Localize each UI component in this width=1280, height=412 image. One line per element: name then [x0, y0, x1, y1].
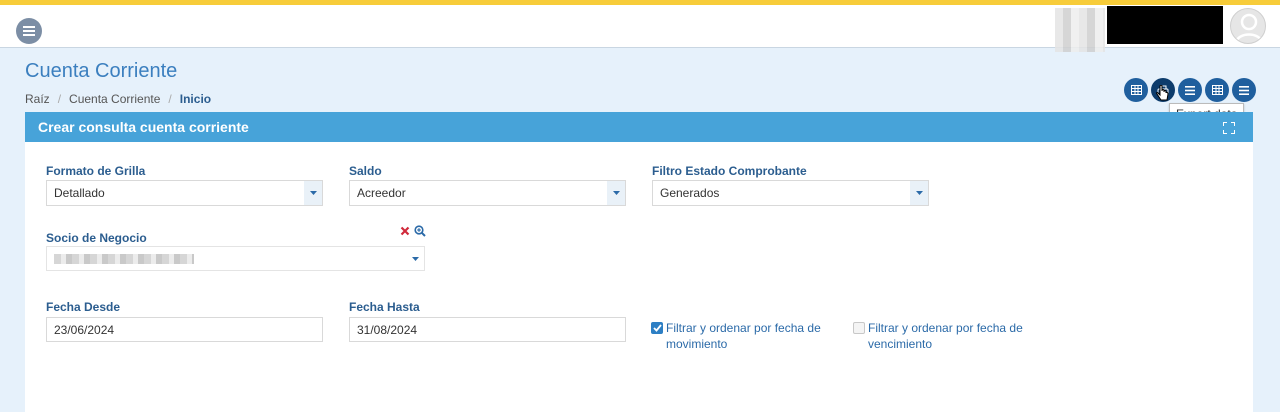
filtrar-movimiento-label: Filtrar y ordenar por fecha de movimient… — [666, 320, 821, 352]
chevron-down-icon — [607, 181, 625, 205]
checkbox-checked-icon — [651, 322, 663, 334]
clear-icon[interactable] — [400, 226, 410, 236]
filtro-estado-select[interactable]: Generados — [652, 180, 929, 206]
fecha-desde-input[interactable]: 23/06/2024 — [46, 317, 323, 342]
fecha-desde-value: 23/06/2024 — [54, 322, 115, 337]
list-icon — [1239, 85, 1249, 95]
user-avatar[interactable] — [1230, 8, 1266, 44]
saldo-value: Acreedor — [357, 186, 406, 200]
formato-grilla-value: Detallado — [54, 186, 105, 200]
breadcrumb-current: Inicio — [179, 92, 212, 106]
user-icon — [1234, 13, 1264, 43]
socio-negocio-select[interactable] — [46, 246, 425, 271]
menu-options-button[interactable] — [1232, 78, 1256, 102]
list-view-button[interactable] — [1178, 78, 1202, 102]
panel-header: Crear consulta cuenta corriente — [25, 112, 1253, 142]
filtrar-vencimiento-checkbox[interactable]: Filtrar y ordenar por fecha de vencimien… — [853, 320, 1023, 352]
list-icon — [1185, 85, 1195, 95]
filtrar-vencimiento-line2: vencimiento — [868, 337, 933, 351]
search-icon[interactable] — [414, 225, 426, 237]
saldo-select[interactable]: Acreedor — [349, 180, 626, 206]
hamburger-menu-button[interactable] — [16, 18, 42, 44]
breadcrumb-cuenta-corriente[interactable]: Cuenta Corriente — [69, 92, 160, 106]
fecha-desde-label: Fecha Desde — [46, 300, 121, 314]
filtrar-movimiento-checkbox[interactable]: Filtrar y ordenar por fecha de movimient… — [651, 320, 821, 352]
redacted-socio-value — [54, 253, 194, 264]
expand-icon[interactable] — [1223, 122, 1235, 134]
filtro-estado-value: Generados — [660, 186, 720, 200]
table-view-button[interactable] — [1205, 78, 1229, 102]
chevron-down-icon — [304, 181, 322, 205]
chevron-down-icon — [910, 181, 928, 205]
grid-view-button[interactable] — [1124, 78, 1148, 102]
breadcrumb-separator: / — [57, 92, 62, 106]
filtro-estado-label: Filtro Estado Comprobante — [652, 164, 807, 178]
hamburger-icon — [23, 26, 35, 36]
formato-grilla-select[interactable]: Detallado — [46, 180, 323, 206]
redacted-block — [1107, 6, 1223, 44]
breadcrumb-separator: / — [168, 92, 172, 106]
page-title: Cuenta Corriente — [25, 60, 178, 82]
fecha-hasta-value: 31/08/2024 — [357, 322, 418, 337]
fecha-hasta-input[interactable]: 31/08/2024 — [349, 317, 626, 342]
hand-cursor-icon — [1156, 85, 1169, 101]
filtrar-vencimiento-label: Filtrar y ordenar por fecha de vencimien… — [868, 320, 1023, 352]
action-toolbar — [1124, 78, 1256, 102]
checkbox-unchecked-icon — [853, 322, 865, 334]
top-bar — [0, 5, 1280, 52]
breadcrumb-root[interactable]: Raíz — [25, 92, 50, 106]
grid-icon — [1130, 85, 1142, 95]
socio-negocio-label: Socio de Negocio — [46, 231, 147, 245]
saldo-label: Saldo — [349, 164, 382, 178]
grid-icon — [1211, 85, 1223, 95]
formato-grilla-label: Formato de Grilla — [46, 164, 146, 178]
chevron-down-icon — [406, 247, 424, 270]
filtrar-movimiento-line2: movimiento — [666, 337, 728, 351]
breadcrumb: Raíz / Cuenta Corriente / Inicio — [25, 92, 211, 106]
filtrar-movimiento-line1: Filtrar y ordenar por fecha de — [666, 321, 821, 335]
redacted-user-info — [1055, 8, 1105, 52]
filtrar-vencimiento-line1: Filtrar y ordenar por fecha de — [868, 321, 1023, 335]
fecha-hasta-label: Fecha Hasta — [349, 300, 420, 314]
panel-title: Crear consulta cuenta corriente — [38, 119, 249, 135]
